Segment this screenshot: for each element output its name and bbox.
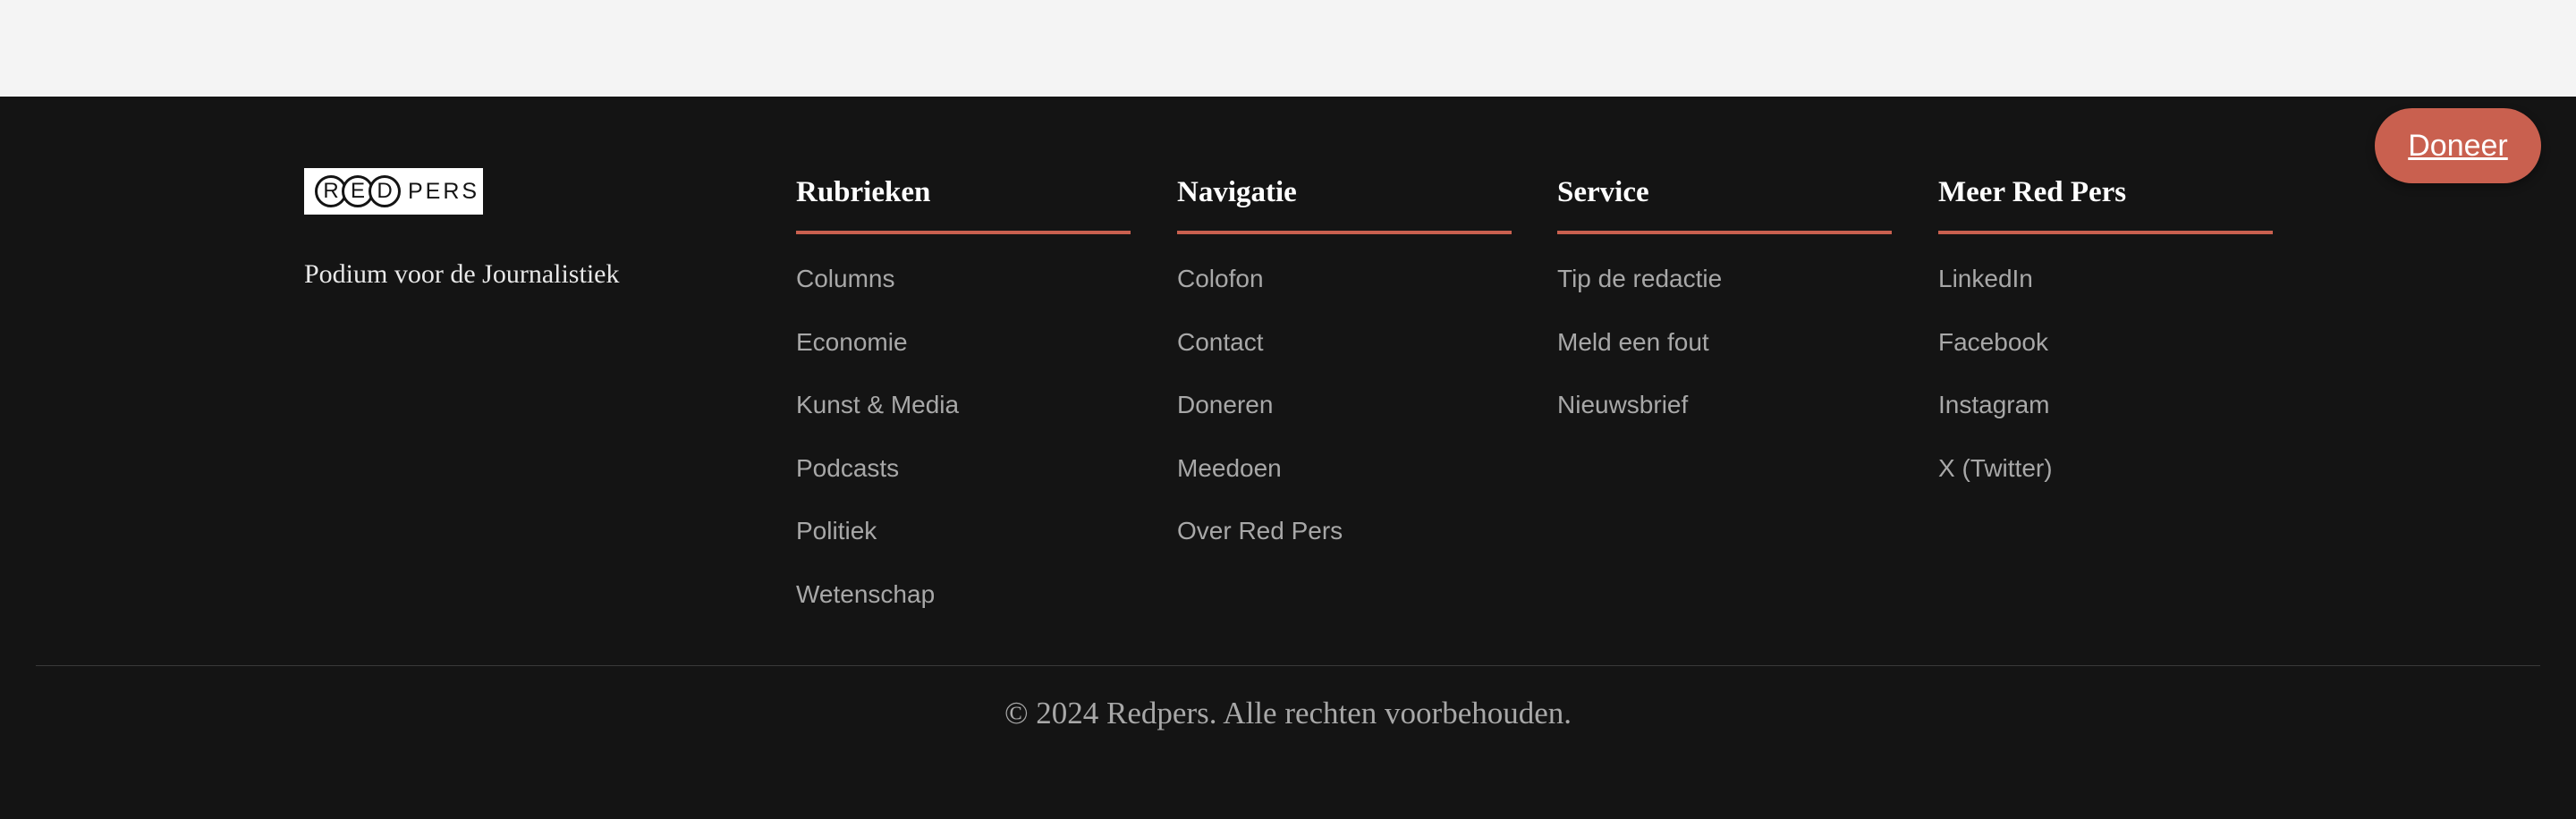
heading-underline bbox=[1938, 231, 2273, 234]
column-heading: Rubrieken bbox=[796, 176, 931, 208]
footer-link[interactable]: Podcasts bbox=[796, 451, 1131, 514]
footer-link[interactable]: Tip de redactie bbox=[1557, 261, 1892, 325]
footer-column-meer-red-pers: Meer Red Pers LinkedIn Facebook Instagra… bbox=[1938, 170, 2273, 513]
logo-letter: D bbox=[369, 175, 401, 207]
footer-column-navigatie: Navigatie Colofon Contact Doneren Meedoe… bbox=[1177, 170, 1512, 577]
footer-link[interactable]: Over Red Pers bbox=[1177, 513, 1512, 577]
column-heading: Meer Red Pers bbox=[1938, 176, 2127, 208]
top-page-area bbox=[0, 0, 2576, 97]
footer-link[interactable]: Doneren bbox=[1177, 387, 1512, 451]
footer-column-rubrieken: Rubrieken Columns Economie Kunst & Media… bbox=[796, 170, 1131, 639]
footer-link[interactable]: LinkedIn bbox=[1938, 261, 2273, 325]
redpers-logo[interactable]: R E D PERS bbox=[304, 168, 483, 215]
logo-text: PERS bbox=[408, 178, 480, 204]
footer-link[interactable]: Meld een fout bbox=[1557, 325, 1892, 388]
footer-link[interactable]: Colofon bbox=[1177, 261, 1512, 325]
copyright-text: © 2024 Redpers. Alle rechten voorbehoude… bbox=[1004, 696, 1572, 730]
footer-link[interactable]: Meedoen bbox=[1177, 451, 1512, 514]
heading-underline bbox=[1177, 231, 1512, 234]
doneer-button[interactable]: Doneer bbox=[2375, 108, 2541, 183]
footer-link[interactable]: X (Twitter) bbox=[1938, 451, 2273, 514]
heading-underline bbox=[796, 231, 1131, 234]
footer-link[interactable]: Columns bbox=[796, 261, 1131, 325]
column-heading: Navigatie bbox=[1177, 176, 1297, 208]
footer-link[interactable]: Economie bbox=[796, 325, 1131, 388]
heading-underline bbox=[1557, 231, 1892, 234]
column-heading: Service bbox=[1557, 176, 1649, 208]
footer-link[interactable]: Instagram bbox=[1938, 387, 2273, 451]
footer-column-service: Service Tip de redactie Meld een fout Ni… bbox=[1557, 170, 1892, 451]
footer-link[interactable]: Politiek bbox=[796, 513, 1131, 577]
footer-link[interactable]: Facebook bbox=[1938, 325, 2273, 388]
footer-link[interactable]: Nieuwsbrief bbox=[1557, 387, 1892, 451]
footer-link[interactable]: Kunst & Media bbox=[796, 387, 1131, 451]
footer-link[interactable]: Wetenschap bbox=[796, 577, 1131, 640]
footer-divider bbox=[36, 665, 2540, 666]
footer-link[interactable]: Contact bbox=[1177, 325, 1512, 388]
footer-tagline: Podium voor de Journalistiek bbox=[304, 259, 620, 289]
